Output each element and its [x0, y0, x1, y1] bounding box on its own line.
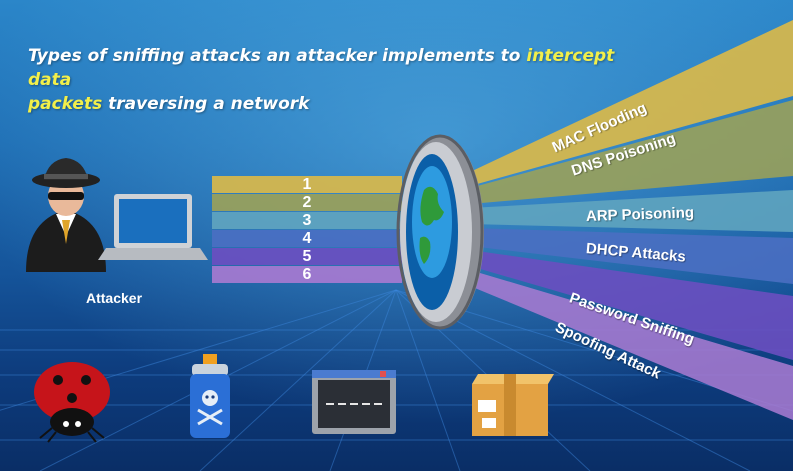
package-box-icon — [472, 374, 554, 436]
diagram-title: Types of sniffing attacks an attacker im… — [28, 44, 648, 116]
packet-number-label: 6 — [302, 266, 312, 283]
packet-number-label: 1 — [302, 176, 312, 193]
poison-spray-icon — [190, 354, 230, 438]
sniffing-attacks-diagram: Types of sniffing attacks an attacker im… — [0, 0, 793, 471]
laptop-icon — [98, 194, 208, 260]
title-text-1: Types of sniffing attacks an attacker im… — [28, 46, 527, 66]
terminal-window-icon — [312, 370, 396, 434]
packet-number-label: 3 — [302, 212, 312, 229]
packet-number-label: 5 — [302, 248, 312, 265]
packet-number-label: 4 — [302, 230, 312, 247]
packet-number-label: 2 — [302, 194, 312, 211]
title-text-2: traversing a network — [102, 94, 310, 114]
lens-globe-icon — [396, 134, 484, 330]
title-highlight-2: packets — [28, 94, 103, 114]
attacker-label: Attacker — [86, 290, 143, 306]
